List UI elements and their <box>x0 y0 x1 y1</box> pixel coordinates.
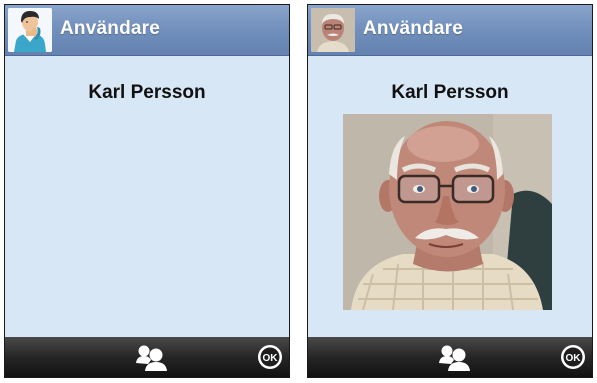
bottom-toolbar: OK <box>308 337 592 377</box>
ok-label: OK <box>263 353 279 364</box>
screen-title: Användare <box>363 18 464 39</box>
ok-button[interactable]: OK <box>560 344 586 370</box>
bottom-toolbar: OK <box>5 337 289 377</box>
phone-screen-with-photo: Användare Karl Persson OK <box>307 4 593 378</box>
user-photo-thumbnail <box>311 8 355 52</box>
screen-title: Användare <box>60 18 161 39</box>
title-bar: Användare <box>5 5 289 56</box>
content-area: Karl Persson <box>5 56 289 337</box>
contacts-button[interactable] <box>434 343 474 371</box>
phone-screen-no-photo: Användare Karl Persson OK <box>4 4 290 378</box>
user-photo <box>343 114 552 310</box>
user-name: Karl Persson <box>88 82 206 103</box>
ok-icon: OK <box>561 345 585 369</box>
title-bar: Användare <box>308 5 592 56</box>
contacts-icon <box>439 345 470 371</box>
ok-label: OK <box>566 353 582 364</box>
ok-icon: OK <box>258 345 282 369</box>
user-avatar-icon <box>8 8 52 52</box>
user-name: Karl Persson <box>391 82 509 103</box>
content-area: Karl Persson <box>308 56 592 337</box>
contacts-button[interactable] <box>131 343 171 371</box>
ok-button[interactable]: OK <box>257 344 283 370</box>
contacts-icon <box>136 345 167 371</box>
